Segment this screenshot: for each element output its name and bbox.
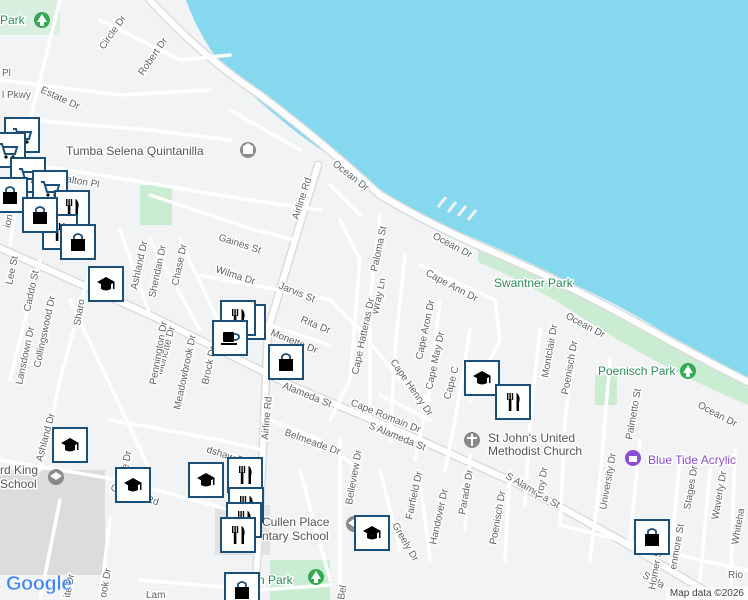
map-attribution[interactable]: Map data ©2026: [665, 587, 748, 600]
school-label[interactable]: Cullen Place: [261, 514, 332, 531]
map-canvas[interactable]: Circle Dr Robert Dr Estate Dr l Pkwy Pl …: [0, 0, 748, 600]
park-label[interactable]: n Park: [257, 572, 296, 589]
google-logo-text: Google: [6, 573, 73, 596]
coffee-cup-icon[interactable]: [212, 320, 248, 356]
fork-knife-icon[interactable]: [220, 517, 256, 553]
street-label: Rio: [728, 570, 743, 581]
graduation-cap-icon[interactable]: [88, 266, 124, 302]
graduation-cap-icon[interactable]: [188, 462, 224, 498]
park-label[interactable]: Park: [0, 12, 27, 29]
shopping-bag-icon[interactable]: [224, 572, 260, 600]
business-label[interactable]: Blue Tide Acrylic: [647, 452, 738, 469]
shopping-bag-icon[interactable]: [634, 519, 670, 555]
landmark-label[interactable]: Tumba Selena Quintanilla: [65, 143, 206, 160]
graduation-cap-icon[interactable]: [115, 467, 151, 503]
church-label[interactable]: Methodist Church: [487, 443, 584, 460]
park-area-left: [140, 185, 172, 225]
google-logo: Google: [6, 573, 73, 596]
fork-knife-icon[interactable]: [495, 384, 531, 420]
shopping-bag-icon[interactable]: [22, 197, 58, 233]
graduation-cap-icon[interactable]: [464, 360, 500, 396]
school-label[interactable]: ntary School: [261, 528, 331, 545]
park-label[interactable]: Poenisch Park: [597, 363, 678, 380]
street-label: Pl: [2, 68, 11, 79]
graduation-cap-icon[interactable]: [354, 515, 390, 551]
street-label: Lam: [146, 590, 165, 600]
school-label[interactable]: School: [0, 476, 38, 493]
park-label[interactable]: Swantner Park: [493, 275, 576, 292]
shopping-bag-icon[interactable]: [60, 224, 96, 260]
school-label[interactable]: rd King: [0, 462, 40, 479]
church-label[interactable]: St John's United: [487, 430, 577, 447]
graduation-cap-icon[interactable]: [52, 427, 88, 463]
attribution-text: Map data ©2026: [669, 588, 744, 599]
shopping-bag-icon[interactable]: [268, 344, 304, 380]
fork-knife-icon[interactable]: [227, 457, 263, 493]
street-label: l Pkwy: [2, 90, 31, 101]
